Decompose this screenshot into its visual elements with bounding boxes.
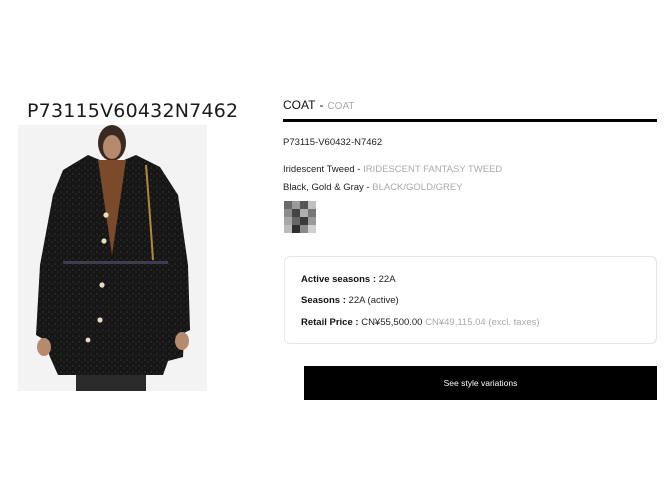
color-label: Black, Gold & Gray -: [283, 182, 370, 193]
category-separator: -: [319, 98, 324, 112]
retail-price-value: CN¥55,500.00: [361, 317, 423, 328]
category-title: COAT - COAT: [283, 98, 355, 112]
seasons-value: 22A (active): [348, 295, 399, 306]
seasons-label: Seasons :: [301, 295, 346, 306]
see-style-variations-button[interactable]: See style variations: [304, 366, 657, 400]
reference-code: P73115-V60432-N7462: [283, 137, 383, 148]
active-seasons-row: Active seasons : 22A: [301, 274, 396, 285]
color-line: Black, Gold & Gray - BLACK/GOLD/GREY: [283, 182, 463, 193]
color-value: BLACK/GOLD/GREY: [372, 182, 463, 193]
sku-heading: P73115V60432N7462: [27, 100, 239, 122]
seasons-price-card: Active seasons : 22A Seasons : 22A (acti…: [284, 256, 657, 344]
title-divider: [283, 119, 657, 122]
fabric-swatch[interactable]: [284, 201, 316, 233]
active-seasons-value: 22A: [378, 274, 396, 285]
material-label: Iridescent Tweed -: [283, 164, 361, 175]
category-label: COAT: [283, 98, 316, 112]
retail-price-row: Retail Price : CN¥55,500.00 CN¥49,115.04…: [301, 317, 540, 328]
seasons-row: Seasons : 22A (active): [301, 295, 399, 306]
product-image: [18, 125, 207, 391]
material-value: IRIDESCENT FANTASY TWEED: [363, 164, 503, 175]
material-line: Iridescent Tweed - IRIDESCENT FANTASY TW…: [283, 164, 502, 175]
active-seasons-label: Active seasons :: [301, 274, 376, 285]
product-page: P73115V60432N7462 COAT - COAT P73115-V60…: [0, 0, 670, 500]
category-sublabel: COAT: [327, 101, 355, 112]
retail-price-label: Retail Price :: [301, 317, 359, 328]
retail-price-excl-taxes: CN¥49,115.04 (excl. taxes): [425, 317, 540, 328]
